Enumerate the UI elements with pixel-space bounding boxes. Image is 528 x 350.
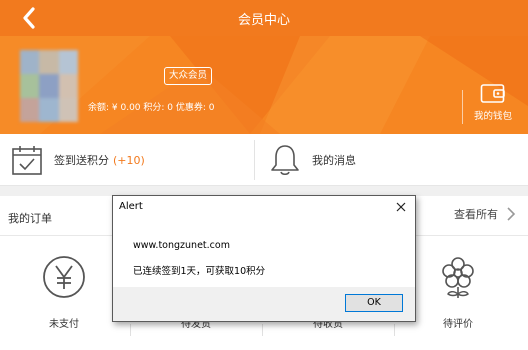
messages-label: 我的消息: [312, 154, 356, 167]
order-to-review-label: 待评价: [443, 319, 473, 330]
close-icon[interactable]: [393, 199, 409, 215]
alert-body: www.tongzunet.com 已连续签到1天，可获取10积分 OK: [113, 218, 415, 321]
avatar[interactable]: [20, 50, 78, 122]
order-separator: [130, 324, 131, 336]
flower-icon: [442, 257, 474, 298]
alert-footer: OK: [113, 287, 415, 321]
wallet-label: 我的钱包: [473, 111, 512, 122]
view-all-orders-link[interactable]: 查看所有: [454, 206, 516, 222]
checkin-label: 签到送积分: [54, 154, 109, 167]
alert-titlebar: Alert: [113, 196, 415, 218]
yen-icon: [43, 256, 85, 298]
top-bar: 会员中心: [0, 0, 528, 36]
messages-button[interactable]: 我的消息: [270, 142, 356, 178]
order-to-review[interactable]: 待评价: [408, 254, 508, 330]
banner-pattern: [0, 36, 528, 134]
order-separator: [262, 324, 263, 336]
orders-title: 我的订单: [8, 212, 52, 225]
calendar-check-icon: [12, 146, 42, 175]
order-unpaid[interactable]: 未支付: [14, 254, 114, 330]
checkin-button[interactable]: 签到送积分 (+10): [10, 142, 145, 178]
alert-dialog: Alert www.tongzunet.com 已连续签到1天，可获取10积分 …: [112, 195, 416, 322]
wallet-icon: [480, 84, 505, 103]
ok-button[interactable]: OK: [345, 294, 403, 312]
member-level-badge: 大众会员: [164, 67, 213, 85]
my-wallet-button[interactable]: 我的钱包: [466, 82, 520, 122]
balance-summary: 余额: ¥ 0.00 积分: 0 优惠券: 0: [88, 103, 215, 113]
quick-divider: [254, 140, 255, 180]
quick-actions-row: 签到送积分 (+10) 我的消息: [0, 134, 528, 186]
checkin-bonus: (+10): [113, 153, 145, 167]
bell-icon: [271, 145, 299, 176]
profile-banner: 大众会员 余额: ¥ 0.00 积分: 0 优惠券: 0 我的钱包: [0, 36, 528, 134]
page-title: 会员中心: [237, 13, 290, 28]
view-all-label: 查看所有: [454, 208, 498, 221]
order-unpaid-label: 未支付: [49, 319, 79, 330]
alert-host: www.tongzunet.com: [133, 240, 230, 251]
alert-message: 已连续签到1天，可获取10积分: [133, 266, 266, 277]
chevron-right-icon: [507, 207, 516, 221]
wallet-divider: [462, 90, 463, 124]
alert-title: Alert: [119, 201, 143, 212]
order-separator: [394, 324, 395, 336]
